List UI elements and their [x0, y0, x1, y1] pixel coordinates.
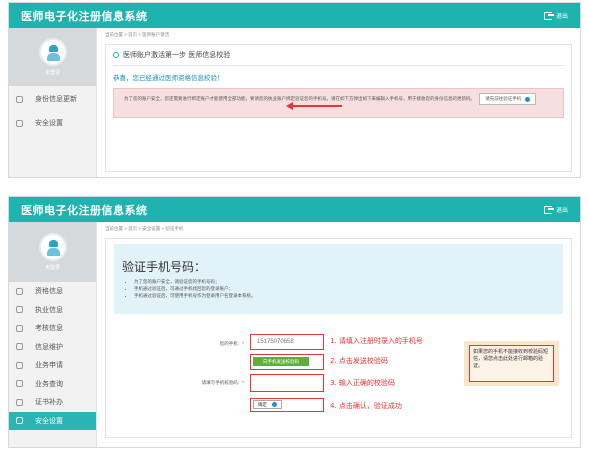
logout-label: 退出 [555, 208, 568, 214]
code-label: 请填写手机校验码：* [201, 380, 244, 385]
sidebar-item-certificate[interactable]: 证书补办 [9, 393, 96, 412]
screenshot-verify-phone: 医师电子化注册信息系统 退出 未登录 资格信息 执业信息 考核信息 信息维护 业… [8, 196, 581, 448]
sidebar-item-label: 执业信息 [35, 305, 63, 314]
breadcrumb: 当前位置 > 首页 > 医师账户激活 [105, 32, 170, 37]
avatar [38, 38, 67, 66]
annotation-step-3: 3. 输入正确的校验码 [330, 379, 395, 387]
sidebar-item-label: 业务申请 [35, 361, 63, 370]
tips-list: 为了您的账户安全，请验证您的手机号码； 手机通过验证后，可通过手机找回您的登录账… [122, 278, 555, 299]
edit-icon [16, 343, 23, 351]
screenshot-activation: 医师电子化注册信息系统 退出 未登录 身份信息更新 安全设置 当前位置 > 首页… [8, 2, 581, 178]
arrow-circle-icon [525, 96, 531, 102]
step-title-text: 医师账户激活第一步 医师信息校验 [123, 51, 231, 59]
doc-icon [16, 287, 23, 295]
sidebar-item-label: 信息维护 [35, 342, 63, 351]
sidebar-item-label: 证书补办 [35, 398, 63, 407]
verify-banner: 验证手机号码： 为了您的账户安全，请验证您的手机号码； 手机通过验证后，可通过手… [114, 244, 563, 314]
send-code-button[interactable]: 向手机发送校验码 [253, 357, 309, 366]
success-message: 恭喜，您已经通过医师资格信息校验！ [113, 74, 224, 82]
sidebar-item-label: 安全设置 [35, 119, 63, 127]
logout-button[interactable]: 退出 [543, 11, 568, 20]
sidebar-item-label: 安全设置 [35, 416, 63, 425]
sidebar-item-qualification[interactable]: 资格信息 [9, 282, 96, 301]
sidebar-item-label: 资格信息 [35, 287, 63, 296]
search-icon [16, 380, 23, 388]
lock-icon [16, 417, 23, 425]
annotation-step-4: 4. 点击确认，验证成功 [330, 402, 402, 410]
id-card-icon [16, 95, 23, 103]
cert-icon [16, 398, 23, 406]
tip-item: 为了您的账户安全，请验证您的手机号码； [134, 278, 555, 285]
code-input[interactable] [253, 377, 321, 389]
main-content: 当前位置 > 首页 > 医师账户激活 医师账户激活第一步 医师信息校验 恭喜，您… [97, 28, 580, 177]
verify-title: 验证手机号码： [122, 260, 207, 274]
sidebar-item-maintenance[interactable]: 信息维护 [9, 338, 96, 357]
verify-panel: 验证手机号码： 为了您的账户安全，请验证您的手机号码； 手机通过验证后，可通过手… [105, 238, 572, 438]
main-content: 当前位置 > 首页 > 安全设置 > 验证手机 验证手机号码： 为了您的账户安全… [97, 222, 580, 447]
avatar [38, 233, 67, 261]
phone-input[interactable]: 15175070658 [253, 337, 321, 347]
user-lock-icon [16, 119, 23, 127]
sidebar-item-label: 业务查询 [35, 379, 63, 388]
tip-item: 手机通过验证后，可通过手机找回您的登录账户； [134, 285, 555, 292]
profile-card: 未登录 [9, 222, 96, 282]
verify-phone-button[interactable]: 请先前往验证手机 [479, 93, 537, 105]
sidebar-item-application[interactable]: 业务申请 [9, 356, 96, 375]
username: 未登录 [44, 70, 60, 76]
step-title: 医师账户激活第一步 医师信息校验 [113, 50, 564, 66]
app-title: 医师电子化注册信息系统 [21, 203, 148, 217]
sidebar-item-label: 身份信息更新 [35, 95, 77, 103]
verify-phone-label: 请先前往验证手机 [485, 96, 522, 101]
annotation-step-1: 1. 请填入注册时录入的手机号 [330, 337, 423, 345]
logout-icon [543, 205, 554, 214]
tip-item: 手机通过验证后，可使用手机号作为登录用户名登录本系统。 [134, 292, 555, 299]
username: 未登录 [44, 265, 60, 271]
red-arrow-annotation [286, 102, 342, 110]
sidebar-item-security[interactable]: 安全设置 [9, 411, 96, 430]
user-icon [16, 306, 23, 314]
email-verify-help[interactable]: 如果您的手机不能接收到校验码短信，请您点击此处进行邮箱的验证。 [469, 345, 554, 382]
sidebar-item-assessment[interactable]: 考核信息 [9, 319, 96, 338]
alert-text: 为了您的账户安全，您还需要进行绑定账户才能使用全部功能，要请您的执业账户绑定验证… [124, 96, 475, 101]
app-title: 医师电子化注册信息系统 [21, 9, 148, 23]
sidebar-item-label: 考核信息 [35, 324, 63, 333]
top-bar: 医师电子化注册信息系统 退出 [9, 197, 580, 222]
confirm-label: 确定 [258, 401, 267, 407]
sidebar-item-query[interactable]: 业务查询 [9, 375, 96, 394]
sidebar-item-security[interactable]: 安全设置 [9, 112, 96, 134]
logout-button[interactable]: 退出 [543, 205, 568, 214]
annotation-step-2: 2. 点击发送校验码 [330, 357, 388, 365]
activation-panel: 医师账户激活第一步 医师信息校验 恭喜，您已经通过医师资格信息校验！ 为了您的账… [105, 44, 572, 172]
top-bar: 医师电子化注册信息系统 退出 [9, 3, 580, 28]
sidebar-item-practice[interactable]: 执业信息 [9, 301, 96, 320]
logout-label: 退出 [555, 14, 568, 20]
arrow-circle-icon [272, 402, 277, 407]
sidebar: 未登录 资格信息 执业信息 考核信息 信息维护 业务申请 业务查询 证书补办 安… [9, 222, 97, 447]
sidebar: 未登录 身份信息更新 安全设置 [9, 28, 97, 177]
phone-label: 您的手机：* [219, 341, 244, 346]
check-icon [16, 324, 23, 332]
alert-box: 为了您的账户安全，您还需要进行绑定账户才能使用全部功能，要请您的执业账户绑定验证… [113, 88, 564, 118]
verify-form: 您的手机：* 15175070658 向手机发送校验码 请填写手机校验码：* 确… [114, 314, 563, 434]
step-icon [113, 52, 119, 58]
apply-icon [16, 361, 23, 369]
logout-icon [543, 11, 554, 20]
sidebar-item-identity[interactable]: 身份信息更新 [9, 88, 96, 110]
confirm-button[interactable]: 确定 [253, 400, 282, 409]
breadcrumb: 当前位置 > 首页 > 安全设置 > 验证手机 [105, 226, 184, 231]
profile-card: 未登录 [9, 28, 96, 86]
